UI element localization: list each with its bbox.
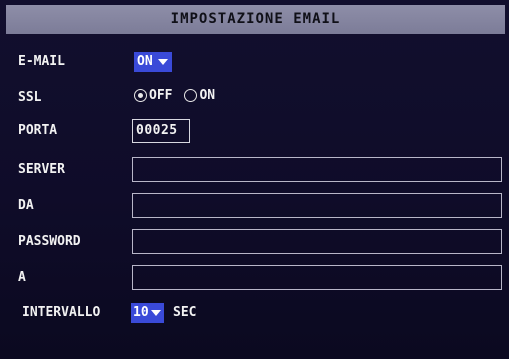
to-label: A <box>18 270 26 285</box>
radio-unchecked-icon <box>184 89 198 102</box>
interval-dropdown-value: 10 <box>133 305 149 320</box>
chevron-down-icon <box>157 59 168 65</box>
page-title: IMPOSTAZIONE EMAIL <box>6 5 505 34</box>
email-label: E-MAIL <box>18 54 65 69</box>
port-label: PORTA <box>18 123 58 138</box>
interval-unit: SEC <box>173 305 197 320</box>
ssl-label: SSL <box>18 90 42 105</box>
ssl-off-radio[interactable]: OFF <box>134 88 172 103</box>
ssl-on-label: ON <box>199 88 216 103</box>
to-input[interactable] <box>132 265 502 290</box>
interval-label: INTERVALLO <box>22 305 101 320</box>
ssl-radio-group: OFF ON <box>134 88 227 103</box>
server-input[interactable] <box>132 157 502 182</box>
ssl-on-radio[interactable]: ON <box>184 88 215 103</box>
password-label: PASSWORD <box>18 234 81 249</box>
server-label: SERVER <box>18 162 65 177</box>
chevron-down-icon <box>150 310 161 316</box>
email-dropdown-value: ON <box>137 54 153 69</box>
email-settings-screen: IMPOSTAZIONE EMAIL E-MAIL ON SSL OFF ON … <box>0 0 509 359</box>
radio-checked-icon <box>134 89 147 102</box>
from-label: DA <box>18 198 34 213</box>
password-input[interactable] <box>132 229 502 254</box>
from-input[interactable] <box>132 193 502 218</box>
interval-dropdown[interactable]: 10 <box>131 303 164 323</box>
ssl-off-label: OFF <box>149 88 173 103</box>
port-input[interactable]: 00025 <box>132 119 190 143</box>
email-dropdown[interactable]: ON <box>134 52 172 72</box>
